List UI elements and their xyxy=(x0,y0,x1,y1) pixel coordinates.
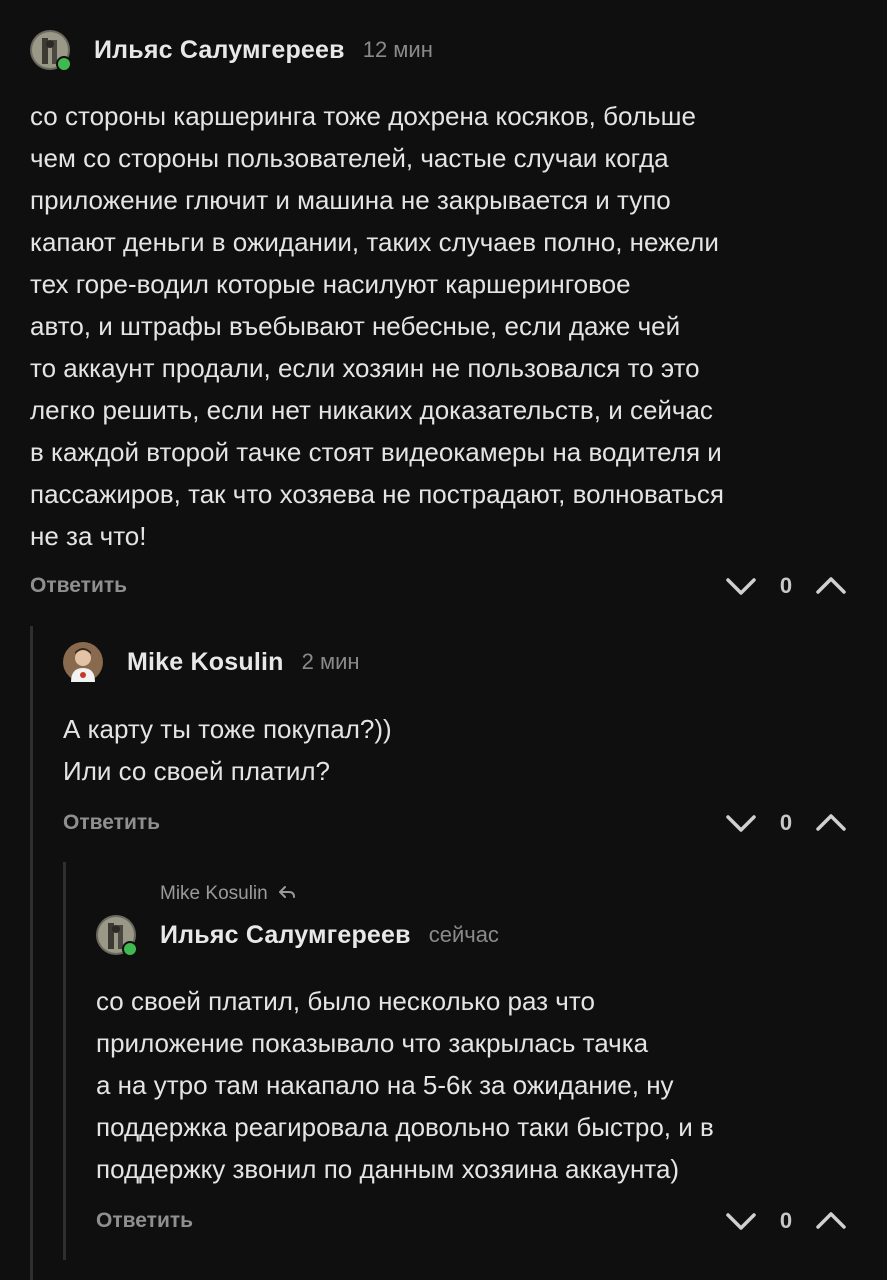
thread-line[interactable] xyxy=(63,862,66,1260)
chevron-down-icon[interactable] xyxy=(725,575,757,597)
avatar[interactable] xyxy=(63,642,103,682)
comment-text: со своей платил, было несколько раз что … xyxy=(96,986,714,1184)
chevron-down-icon[interactable] xyxy=(725,1210,757,1232)
vote-controls: 0 xyxy=(725,810,847,836)
reply-button[interactable]: Ответить xyxy=(96,1209,193,1233)
avatar[interactable] xyxy=(30,30,72,72)
comment-header: Ильяс Салумгереев сейчас xyxy=(96,915,499,957)
chevron-up-icon[interactable] xyxy=(815,812,847,834)
author-name[interactable]: Mike Kosulin xyxy=(127,648,284,677)
avatar[interactable] xyxy=(96,915,138,957)
reply-to-indicator[interactable]: Mike Kosulin xyxy=(160,883,296,905)
comment-header: Ильяс Салумгереев 12 мин xyxy=(30,30,433,72)
vote-controls: 0 xyxy=(725,573,847,599)
vote-controls: 0 xyxy=(725,1208,847,1234)
vote-count: 0 xyxy=(779,1208,793,1233)
online-indicator xyxy=(122,941,138,957)
comment-footer: Ответить 0 xyxy=(30,566,887,606)
comment-text: А карту ты тоже покупал?)) Или со своей … xyxy=(63,714,392,786)
chevron-down-icon[interactable] xyxy=(725,812,757,834)
thread-line[interactable] xyxy=(30,626,33,1280)
comment-header: Mike Kosulin 2 мин xyxy=(63,642,360,682)
reply-arrow-icon xyxy=(268,883,296,905)
timestamp: 12 мин xyxy=(362,37,433,62)
online-indicator xyxy=(56,56,72,72)
comment-text: со стороны каршеринга тоже дохрена косяк… xyxy=(30,101,724,551)
author-name[interactable]: Ильяс Салумгереев xyxy=(94,36,345,65)
comment-footer: Ответить 0 xyxy=(63,803,887,843)
author-name[interactable]: Ильяс Салумгереев xyxy=(160,921,411,950)
chevron-up-icon[interactable] xyxy=(815,575,847,597)
timestamp: 2 мин xyxy=(301,649,360,674)
comment-footer: Ответить 0 xyxy=(96,1201,887,1241)
reply-to-author[interactable]: Mike Kosulin xyxy=(160,883,268,905)
vote-count: 0 xyxy=(779,573,793,598)
chevron-up-icon[interactable] xyxy=(815,1210,847,1232)
timestamp: сейчас xyxy=(428,922,499,947)
reply-button[interactable]: Ответить xyxy=(63,811,160,835)
reply-button[interactable]: Ответить xyxy=(30,574,127,598)
vote-count: 0 xyxy=(779,810,793,835)
